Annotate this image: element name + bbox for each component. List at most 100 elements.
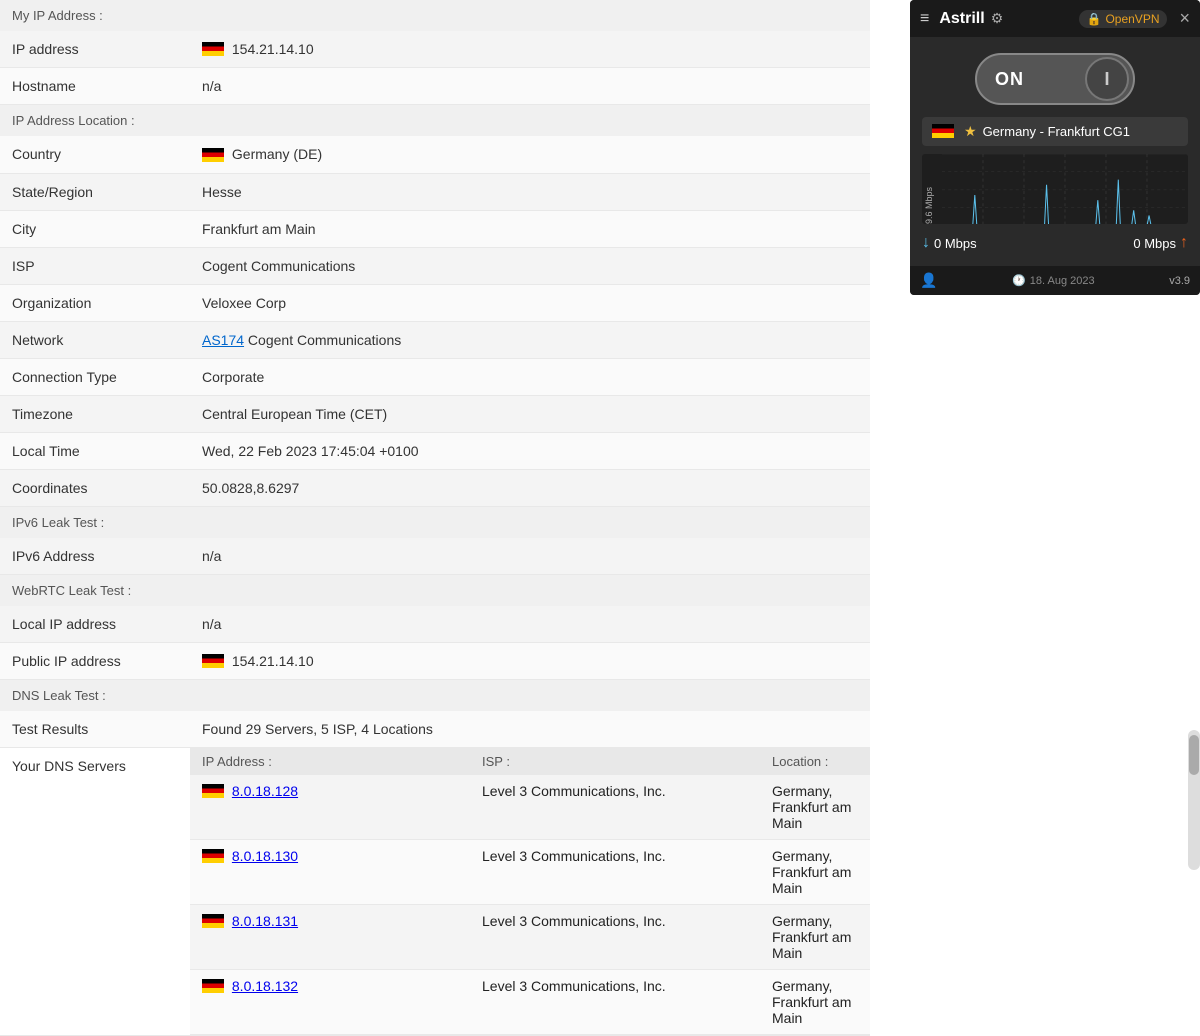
dns-isp-value: Level 3 Communications, Inc. [482,848,772,896]
dns-label: DNS Leak Test : [12,688,106,703]
ip-address-value: 154.21.14.10 [190,31,870,67]
table-row: IP address 154.21.14.10 [0,31,870,68]
country-value: Germany (DE) [190,136,870,172]
table-row: Local Time Wed, 22 Feb 2023 17:45:04 +01… [0,433,870,470]
table-row: Timezone Central European Time (CET) [0,396,870,433]
date-value: 18. Aug 2023 [1030,275,1095,287]
country-label: Country [0,136,190,172]
network-label: Network [0,322,190,358]
table-row: Test Results Found 29 Servers, 5 ISP, 4 … [0,711,870,748]
test-results-value: Found 29 Servers, 5 ISP, 4 Locations [190,711,870,747]
speed-row: ↓ 0 Mbps 0 Mbps ↑ [922,230,1188,256]
globe-icon: ⚙ [991,10,1004,27]
download-speed-value: 0 Mbps [934,236,977,251]
dns-table-header: IP Address : ISP : Location : [190,748,870,775]
your-dns-content: IP Address : ISP : Location : 8.0.18.128… [190,748,870,1035]
footer-date: 🕐 18. Aug 2023 [1012,274,1095,287]
isp-label: ISP [0,248,190,284]
timezone-label: Timezone [0,396,190,432]
coordinates-value: 50.0828,8.6297 [190,470,870,506]
isp-value: Cogent Communications [190,248,870,284]
dns-location-value: Germany, Frankfurt am Main [772,848,858,896]
dns-location-value: Germany, Frankfurt am Main [772,913,858,961]
local-ip-label: Local IP address [0,606,190,642]
your-dns-servers-label: Your DNS Servers [0,748,190,1035]
flag-de-icon [202,654,224,668]
webrtc-section-header: WebRTC Leak Test : [0,575,870,606]
dns-ip-link[interactable]: 8.0.18.130 [232,848,298,864]
ip-location-label: IP Address Location : [12,113,135,128]
astrill-widget: ≡ Astrill ⚙ 🔒 OpenVPN × ON I [910,0,1200,295]
table-row: Coordinates 50.0828,8.6297 [0,470,870,507]
ipv6-section-header: IPv6 Leak Test : [0,507,870,538]
astrill-body: ON I ★ Germany - Frankfurt CG1 9.6 Mbps [910,37,1200,266]
page-wrapper: My IP Address : IP address 154.21.14.10 … [0,0,1200,1036]
test-results-label: Test Results [0,711,190,747]
dns-ip-link[interactable]: 8.0.18.128 [232,783,298,799]
close-button[interactable]: × [1179,8,1190,29]
openvpn-badge: 🔒 OpenVPN [1079,10,1168,28]
table-row: ISP Cogent Communications [0,248,870,285]
ip-location-section-header: IP Address Location : [0,105,870,136]
clock-icon: 🕐 [1012,274,1026,287]
dns-ip-value: 8.0.18.132 [202,978,482,1026]
connection-type-label: Connection Type [0,359,190,395]
city-value: Frankfurt am Main [190,211,870,247]
local-time-label: Local Time [0,433,190,469]
menu-icon[interactable]: ≡ [920,10,929,28]
openvpn-label: OpenVPN [1105,12,1159,26]
dns-isp-value: Level 3 Communications, Inc. [482,978,772,1026]
server-row[interactable]: ★ Germany - Frankfurt CG1 [922,117,1188,146]
dns-ip-value: 8.0.18.128 [202,783,482,831]
flag-de-icon [202,784,224,798]
toggle-icon: I [1104,69,1109,90]
state-value: Hesse [190,174,870,210]
network-link[interactable]: AS174 [202,332,244,348]
dns-ip-link[interactable]: 8.0.18.132 [232,978,298,994]
network-value: AS174 Cogent Communications [190,322,870,358]
local-time-value: Wed, 22 Feb 2023 17:45:04 +0100 [190,433,870,469]
hostname-value: n/a [190,68,870,104]
star-icon: ★ [964,123,977,140]
astrill-footer: 👤 🕐 18. Aug 2023 v3.9 [910,266,1200,295]
flag-de-icon [202,914,224,928]
list-item: 8.0.18.131 Level 3 Communications, Inc. … [190,905,870,970]
scrollbar[interactable] [1188,730,1200,870]
upload-speed: 0 Mbps ↑ [1133,234,1188,252]
ip-address-label: IP address [0,31,190,67]
dns-ip-value: 8.0.18.130 [202,848,482,896]
toggle-on-label: ON [995,69,1024,90]
dns-location-header: Location : [772,754,858,769]
dns-location-value: Germany, Frankfurt am Main [772,978,858,1026]
dns-ip-header: IP Address : [202,754,482,769]
organization-value: Veloxee Corp [190,285,870,321]
speed-chart: 9.6 Mbps [922,154,1188,224]
server-name: Germany - Frankfurt CG1 [983,124,1130,139]
vpn-toggle[interactable]: ON I [975,53,1135,105]
list-item: 8.0.18.128 Level 3 Communications, Inc. … [190,775,870,840]
table-row: Organization Veloxee Corp [0,285,870,322]
table-row: IPv6 Address n/a [0,538,870,575]
coordinates-label: Coordinates [0,470,190,506]
toggle-knob: I [1085,57,1129,101]
table-row: Country Germany (DE) [0,136,870,173]
table-row: Local IP address n/a [0,606,870,643]
list-item: 8.0.18.132 Level 3 Communications, Inc. … [190,970,870,1035]
astrill-titlebar: ≡ Astrill ⚙ 🔒 OpenVPN × [910,0,1200,37]
main-content: My IP Address : IP address 154.21.14.10 … [0,0,870,1036]
dns-isp-header: ISP : [482,754,772,769]
flag-de-icon [932,124,954,138]
table-row: Public IP address 154.21.14.10 [0,643,870,680]
dns-ip-value: 8.0.18.131 [202,913,482,961]
lock-icon: 🔒 [1087,12,1102,26]
dns-location-value: Germany, Frankfurt am Main [772,783,858,831]
hostname-label: Hostname [0,68,190,104]
user-icon[interactable]: 👤 [920,272,937,289]
toggle-container: ON I [922,53,1188,105]
upload-speed-value: 0 Mbps [1133,236,1176,251]
dns-ip-link[interactable]: 8.0.18.131 [232,913,298,929]
version-label: v3.9 [1169,275,1190,287]
scrollbar-thumb[interactable] [1189,735,1199,775]
table-row: City Frankfurt am Main [0,211,870,248]
flag-de-icon [202,42,224,56]
